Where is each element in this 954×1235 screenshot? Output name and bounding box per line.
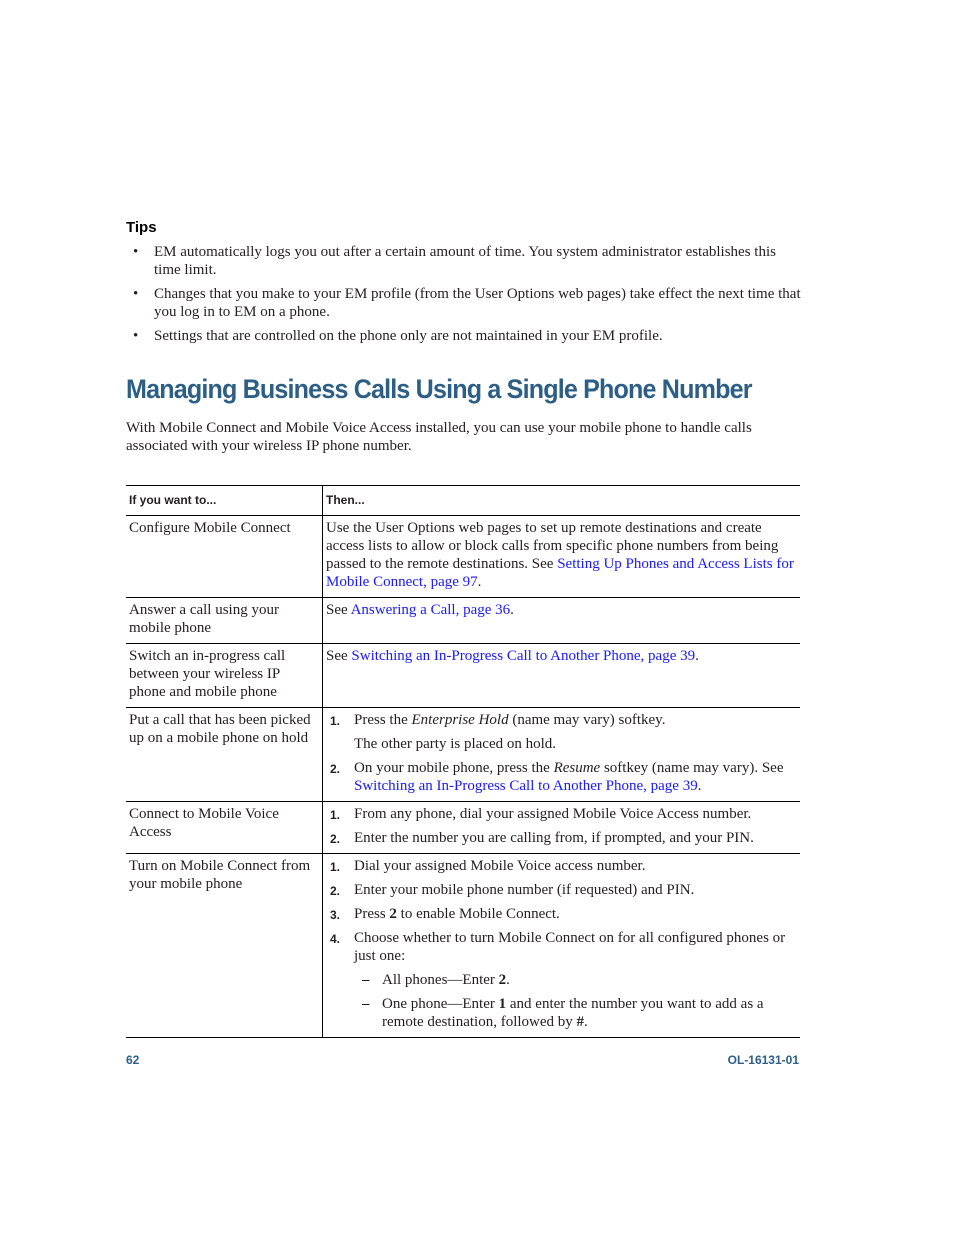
tip-text: EM automatically logs you out after a ce… xyxy=(154,244,776,278)
dash-icon: – xyxy=(362,972,370,988)
step-number: 4. xyxy=(330,932,341,946)
step-text: softkey (name may vary). See xyxy=(600,760,784,776)
step-number: 2. xyxy=(330,832,341,846)
table-row: Put a call that has been picked up on a … xyxy=(126,707,800,802)
cross-reference-link[interactable]: Switching an In-Progress Call to Another… xyxy=(354,778,698,794)
step-item: 2. Enter your mobile phone number (if req… xyxy=(326,881,797,899)
tip-text: Changes that you make to your EM profile… xyxy=(154,286,801,320)
step-list: 1. From any phone, dial your assigned Mob… xyxy=(326,805,797,847)
step-text: to enable Mobile Connect. xyxy=(396,906,560,922)
step-number: 2. xyxy=(330,762,341,776)
step-number: 2. xyxy=(330,884,341,898)
step-text: Press the xyxy=(354,712,412,728)
then-text: See xyxy=(326,602,351,618)
step-number: 1. xyxy=(330,714,341,728)
page-number: 62 xyxy=(126,1053,140,1067)
step-text: (name may vary) softkey. xyxy=(508,712,666,728)
step-number: 3. xyxy=(330,908,341,922)
column-header-then: Then... xyxy=(322,485,800,516)
step-list: 1. Press the Enterprise Hold (name may v… xyxy=(326,711,797,795)
task-cell: Put a call that has been picked up on a … xyxy=(126,707,323,802)
tip-item: • Settings that are controlled on the pho… xyxy=(126,327,806,345)
punctuation: . xyxy=(695,648,699,664)
step-item: 1. Dial your assigned Mobile Voice access… xyxy=(326,857,797,875)
tips-heading: Tips xyxy=(126,219,157,236)
cross-reference-link[interactable]: Switching an In-Progress Call to Another… xyxy=(351,648,695,664)
step-item: 3. Press 2 to enable Mobile Connect. xyxy=(326,905,797,923)
then-cell: 1. Dial your assigned Mobile Voice access… xyxy=(322,853,800,1038)
step-item: 2. On your mobile phone, press the Resum… xyxy=(326,759,797,795)
then-cell: See Answering a Call, page 36. xyxy=(322,597,800,644)
task-cell: Switch an in-progress call between your … xyxy=(126,643,323,708)
step-text: On your mobile phone, press the xyxy=(354,760,554,776)
then-cell: See Switching an In-Progress Call to Ano… xyxy=(322,643,800,708)
option-text: . xyxy=(506,972,510,988)
tip-item: • EM automatically logs you out after a c… xyxy=(126,243,806,279)
step-item: 4. Choose whether to turn Mobile Connect … xyxy=(326,929,797,1031)
cross-reference-link[interactable]: Answering a Call, page 36 xyxy=(351,602,511,618)
option-item: – All phones—Enter 2. xyxy=(354,971,797,989)
step-text: Dial your assigned Mobile Voice access n… xyxy=(354,858,646,874)
option-text: All phones—Enter xyxy=(382,972,499,988)
task-cell: Answer a call using your mobile phone xyxy=(126,597,323,644)
bullet-icon: • xyxy=(133,286,139,302)
key-digit: 2 xyxy=(389,906,397,922)
option-item: – One phone—Enter 1 and enter the number … xyxy=(354,995,797,1031)
punctuation: . xyxy=(697,778,702,794)
dash-icon: – xyxy=(362,996,370,1012)
instructions-table: If you want to... Then... Configure Mobi… xyxy=(126,485,800,1038)
softkey-name: Resume xyxy=(553,760,601,776)
tip-item: • Changes that you make to your EM profil… xyxy=(126,285,806,321)
table-row: Configure Mobile Connect Use the User Op… xyxy=(126,515,800,598)
table-row: Switch an in-progress call between your … xyxy=(126,643,800,708)
bullet-icon: • xyxy=(133,244,139,260)
step-number: 1. xyxy=(330,860,341,874)
step-text: Choose whether to turn Mobile Connect on… xyxy=(354,930,786,964)
intro-paragraph: With Mobile Connect and Mobile Voice Acc… xyxy=(126,420,752,454)
punctuation: . xyxy=(584,1014,588,1030)
step-list: 1. Dial your assigned Mobile Voice access… xyxy=(326,857,797,1031)
step-item: 2. Enter the number you are calling from,… xyxy=(326,829,797,847)
section-title: Managing Business Calls Using a Single P… xyxy=(126,374,752,404)
step-text: Enter your mobile phone number (if reque… xyxy=(354,882,695,898)
tips-list: • EM automatically logs you out after a c… xyxy=(126,243,806,351)
tip-text: Settings that are controlled on the phon… xyxy=(154,328,663,344)
then-text: See xyxy=(326,648,352,664)
step-text: From any phone, dial your assigned Mobil… xyxy=(354,806,752,822)
step-number: 1. xyxy=(330,808,341,822)
task-cell: Connect to Mobile Voice Access xyxy=(126,801,323,854)
document-id: OL-16131-01 xyxy=(727,1053,799,1067)
then-cell: Use the User Options web pages to set up… xyxy=(322,515,800,598)
punctuation: . xyxy=(510,602,514,618)
step-text: Press xyxy=(354,906,390,922)
softkey-name: Enterprise Hold xyxy=(411,712,509,728)
option-list: – All phones—Enter 2. – One phone—Enter 1 … xyxy=(354,971,797,1031)
step-item: 1. From any phone, dial your assigned Mob… xyxy=(326,805,797,823)
key-symbol: # xyxy=(576,1014,585,1030)
step-result: The other party is placed on hold. xyxy=(354,736,557,752)
task-cell: Turn on Mobile Connect from your mobile … xyxy=(126,853,323,1038)
table-header-row: If you want to... Then... xyxy=(126,485,800,516)
punctuation: . xyxy=(477,574,482,590)
task-cell: Configure Mobile Connect xyxy=(126,515,323,598)
bullet-icon: • xyxy=(133,328,139,344)
table-row: Turn on Mobile Connect from your mobile … xyxy=(126,853,800,1038)
then-cell: 1. From any phone, dial your assigned Mob… xyxy=(322,801,800,854)
option-text: One phone—Enter xyxy=(382,996,499,1012)
then-cell: 1. Press the Enterprise Hold (name may v… xyxy=(322,707,800,802)
column-header-task: If you want to... xyxy=(126,485,323,516)
step-item: 1. Press the Enterprise Hold (name may v… xyxy=(326,711,797,753)
table-row: Connect to Mobile Voice Access 1. From an… xyxy=(126,801,800,854)
step-text: Enter the number you are calling from, i… xyxy=(354,830,754,846)
table-row: Answer a call using your mobile phone Se… xyxy=(126,597,800,644)
